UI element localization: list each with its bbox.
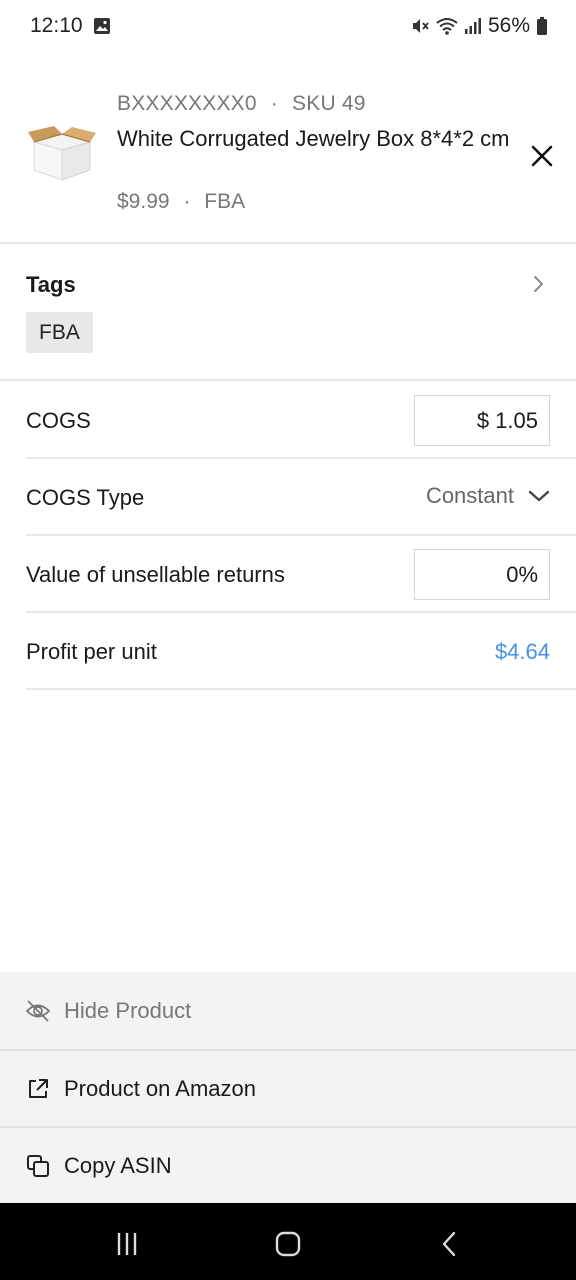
status-bar: 12:10 56% (0, 0, 576, 52)
battery-icon (536, 16, 548, 36)
sku-text: SKU 49 (292, 92, 366, 115)
chevron-down-icon (528, 490, 550, 502)
cogs-input[interactable]: $ 1.05 (414, 395, 550, 446)
signal-icon (464, 17, 482, 35)
cogs-type-value: Constant (425, 483, 514, 508)
price-line: $9.99 · FBA (117, 190, 245, 214)
close-button[interactable] (526, 140, 558, 172)
external-link-icon (25, 1076, 51, 1102)
chevron-right-icon[interactable] (528, 274, 548, 294)
unsellable-returns-row: Value of unsellable returns 0% (26, 536, 576, 613)
asin-sku-line: BXXXXXXXX0 · SKU 49 (117, 92, 366, 116)
system-nav-bar (0, 1203, 576, 1280)
battery-text: 56% (487, 14, 530, 37)
copy-asin-label: Copy ASIN (64, 1152, 172, 1178)
fulfillment-text: FBA (204, 190, 246, 213)
hide-product-button[interactable]: Hide Product (0, 972, 576, 1049)
status-time: 12:10 (30, 14, 83, 37)
mute-icon (410, 16, 430, 36)
product-on-amazon-button[interactable]: Product on Amazon (0, 1049, 576, 1126)
profit-label: Profit per unit (26, 639, 157, 664)
product-on-amazon-label: Product on Amazon (64, 1075, 257, 1101)
close-icon (531, 145, 553, 167)
cogs-type-row: COGS Type Constant (26, 459, 576, 536)
separator-dot: · (270, 92, 278, 115)
hide-product-label: Hide Product (64, 997, 192, 1023)
eye-off-icon (25, 998, 51, 1024)
home-icon[interactable] (273, 1229, 303, 1259)
cogs-type-select[interactable]: Constant (426, 483, 550, 509)
copy-asin-button[interactable]: Copy ASIN (0, 1126, 576, 1203)
tags-label: Tags (26, 272, 76, 297)
cogs-label: COGS (26, 408, 91, 433)
separator-dot: · (183, 190, 191, 213)
price-text: $9.99 (117, 190, 170, 213)
wifi-icon (436, 16, 458, 36)
product-title: White Corrugated Jewelry Box 8*4*2 cm (117, 126, 510, 151)
recents-icon[interactable] (112, 1229, 142, 1259)
image-icon (93, 17, 111, 35)
unsellable-returns-label: Value of unsellable returns (26, 562, 285, 587)
actions-panel: Hide Product Product on Amazon Copy ASIN (0, 972, 576, 1203)
copy-icon (25, 1153, 51, 1179)
status-left: 12:10 (30, 14, 111, 38)
asin-text: BXXXXXXXX0 (117, 92, 257, 115)
unsellable-returns-input[interactable]: 0% (414, 549, 550, 600)
profit-value: $4.64 (494, 639, 550, 664)
product-thumbnail (26, 124, 98, 184)
cogs-type-label: COGS Type (26, 485, 145, 510)
product-header: BXXXXXXXX0 · SKU 49 White Corrugated Jew… (0, 80, 576, 244)
tag-chip[interactable]: FBA (26, 312, 93, 353)
screen: 12:10 56% BXXXXXXXX0 · SKU 49 White Corr… (0, 0, 576, 1280)
cogs-row: COGS $ 1.05 (26, 382, 576, 459)
back-icon[interactable] (435, 1229, 465, 1259)
profit-row: Profit per unit $4.64 (26, 613, 576, 690)
tags-section[interactable]: Tags FBA (0, 246, 576, 381)
status-right: 56% (410, 14, 548, 38)
